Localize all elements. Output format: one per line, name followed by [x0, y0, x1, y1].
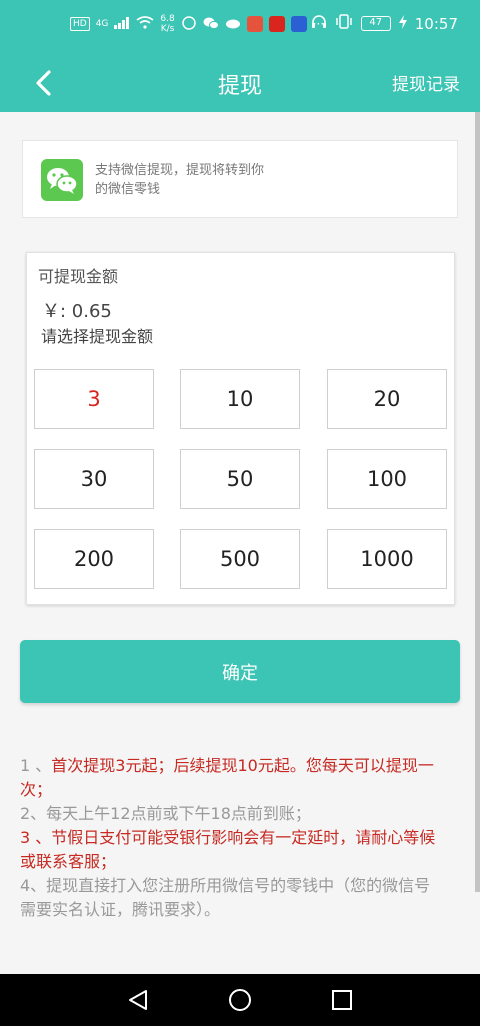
status-right: 47 10:57 — [311, 14, 458, 33]
signal-icon — [114, 16, 130, 32]
rule-number: 3 、 — [20, 828, 52, 847]
amount-option[interactable]: 50 — [180, 449, 300, 509]
square-recents-icon — [332, 990, 352, 1010]
amount-option[interactable]: 500 — [180, 529, 300, 589]
rule-number: 1 、 — [20, 756, 52, 775]
cloud-notification-icon — [225, 17, 241, 32]
triangle-back-icon — [129, 990, 147, 1010]
nav-home-button[interactable] — [226, 986, 254, 1014]
rule-item: 1 、首次提现3元起；后续提现10元起。您每天可以提现一次； — [20, 754, 440, 802]
battery-indicator: 47 — [360, 16, 391, 31]
amount-option[interactable]: 200 — [34, 529, 154, 589]
charging-icon — [398, 14, 407, 33]
status-left: HD 4G 6.8 K/s ··· — [70, 14, 324, 34]
wifi-icon — [136, 16, 154, 32]
amount-option[interactable]: 3 — [34, 369, 154, 429]
vibrate-icon — [335, 14, 353, 33]
amount-option[interactable]: 100 — [327, 449, 447, 509]
amount-option[interactable]: 20 — [327, 369, 447, 429]
app-header: 提现 提现记录 — [0, 56, 480, 112]
blue-app-icon — [290, 16, 307, 32]
amount-card: 可提现金额 ￥: 0.65 请选择提现金额 3 10 20 30 50 100 … — [26, 252, 455, 605]
wechat-notice-card: 支持微信提现，提现将转到你的微信零钱 — [22, 140, 458, 218]
rule-item: 4、提现直接打入您注册所用微信号的零钱中（您的微信号需要实名认证，腾讯要求）。 — [20, 876, 431, 919]
amount-option[interactable]: 10 — [180, 369, 300, 429]
headset-icon — [311, 14, 327, 33]
red-app-icon — [246, 16, 263, 32]
app-notification-icon — [181, 15, 197, 34]
circle-home-icon — [229, 989, 251, 1011]
wechat-notice-text: 支持微信提现，提现将转到你的微信零钱 — [95, 163, 265, 197]
clock: 10:57 — [414, 14, 458, 33]
rule-item: 2、每天上午12点前或下午18点前到账； — [20, 804, 311, 823]
choose-amount-label: 请选择提现金额 — [41, 327, 154, 346]
amount-option[interactable]: 30 — [34, 449, 154, 509]
network-speed: 6.8 K/s — [160, 14, 174, 34]
withdraw-records-link[interactable]: 提现记录 — [392, 70, 460, 95]
rule-text: 首次提现3元起；后续提现10元起。您每天可以提现一次； — [20, 756, 434, 799]
withdraw-rules: 1 、首次提现3元起；后续提现10元起。您每天可以提现一次； 2、每天上午12点… — [20, 754, 440, 922]
system-nav-bar — [0, 974, 480, 1026]
network-type: 4G — [95, 19, 109, 29]
speed-value: 6.8 — [160, 14, 175, 24]
confirm-button[interactable]: 确定 — [20, 640, 460, 703]
nav-recents-button[interactable] — [328, 986, 356, 1014]
hd-indicator: HD — [70, 17, 90, 31]
rule-item: 3 、节假日支付可能受银行影响会有一定延时，请耐心等候或联系客服； — [20, 826, 440, 874]
status-bar: HD 4G 6.8 K/s ··· 47 10:57 — [0, 0, 480, 56]
speed-unit: K/s — [160, 24, 175, 34]
balance-value: ￥: 0.65 — [42, 301, 112, 322]
available-amount-label: 可提现金额 — [38, 267, 119, 286]
scrollbar[interactable] — [475, 112, 480, 892]
nav-back-button[interactable] — [124, 986, 152, 1014]
wechat-notification-icon — [203, 16, 219, 33]
wechat-icon — [41, 159, 83, 201]
amount-option[interactable]: 1000 — [327, 529, 447, 589]
news-app-icon — [268, 16, 285, 32]
rule-text: 节假日支付可能受银行影响会有一定延时，请耐心等候或联系客服； — [20, 828, 436, 871]
